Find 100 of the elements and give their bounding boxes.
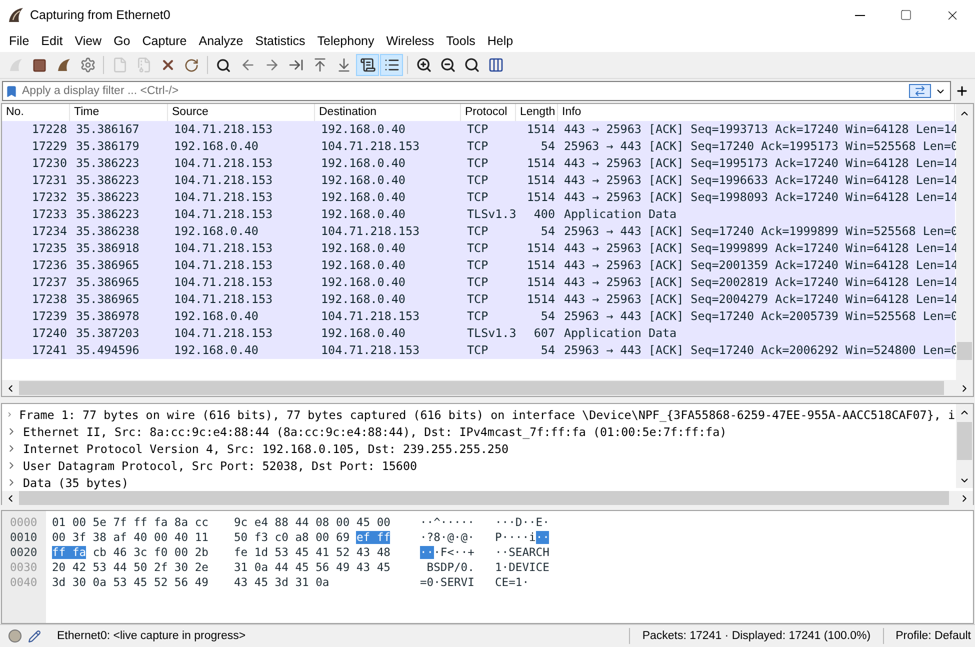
shark-fin-logo-icon [8,7,24,23]
table-cell-text: 104.71.218.153 [320,342,421,359]
scrollbar-thumb[interactable] [957,422,972,460]
table-cell-text: 192.168.0.40 [320,155,406,172]
zoom-in-icon [416,57,432,73]
table-cell-text: TCP [466,308,490,325]
offset-label: 0000 [9,515,38,530]
ascii-text: CE=1· [495,576,530,589]
table-cell-text: 35.386223 [75,172,140,189]
table-cell-text: 17234 [30,223,68,240]
table-cell-text: 192.168.0.40 [320,172,406,189]
hex-bytes: 20 42 53 44 50 2f 30 2e [52,561,208,574]
packet-row[interactable]: 17240 35.387203 104.71.218.153 192.168.0.40 TLSv1.3 607 Application Data [2,325,955,342]
tree-item[interactable]: User Datagram Protocol, Src Port: 52038, Dst Port: 15600 [2,457,955,474]
zoom-out-icon [440,57,456,73]
tree-item[interactable]: Frame 1: 77 bytes on wire (616 bits), 77 bytes captured (616 bits) on interface \Device\NPF_{3FA55868-6259-47EE-955A-AACC518CAF07}, i [2,406,955,423]
list-button[interactable] [380,54,403,76]
scroll-lines-button[interactable] [356,54,379,76]
menu-item[interactable]: View [68,30,108,52]
table-cell-text: 104.71.218.153 [173,189,274,206]
filter-input[interactable]: Apply a display filter ... <Ctrl-/> [18,85,909,97]
hex-bytes: ff fa [52,546,86,559]
table-cell-text: 192.168.0.40 [173,308,260,325]
hex-bytes: cb 46 3c f0 00 2b [92,546,208,559]
tree-item[interactable]: Ethernet II, Src: 8a:cc:9c:e4:88:44 (8a:cc:9c:e4:88:44), Dst: IPv4mcast_7f:ff:fa (01:00:5e:7f:ff:fa) [2,423,955,440]
table-cell-text: 35.386238 [75,223,140,240]
pencil-icon[interactable] [28,630,41,642]
arrow-down-line-icon [336,57,352,73]
gear-icon [80,57,96,73]
capture-status: Ethernet0: <live capture in progress> [57,630,247,642]
list-icon [384,57,400,73]
table-cell-text: 192.168.0.40 [320,189,406,206]
table-cell-text: TCP [466,223,490,240]
menu-item[interactable]: Statistics [249,30,312,52]
table-cell-text: 35.386179 [75,138,140,155]
horizontal-scrollbar[interactable] [2,380,973,396]
menu-item[interactable]: Capture [136,30,193,52]
arrow-to-line-icon [288,57,304,73]
tree-item[interactable]: Data (35 bytes) [2,474,955,491]
table-cell-text: TCP [466,291,490,308]
stop-icon [32,58,47,72]
menu-item[interactable]: Help [481,30,520,52]
profile-label[interactable]: Profile: Default [896,630,971,642]
tree-item-text: Internet Protocol Version 4, Src: 192.168.0.105, Dst: 239.255.255.250 [23,442,509,456]
reload-icon [184,58,199,72]
table-cell-text: 17232 [30,189,68,206]
ascii-text: ··SEARCH [495,546,550,559]
expert-info-icon[interactable] [8,629,22,643]
table-cell-text: 35.386223 [75,155,140,172]
tree-item-text: Data (35 bytes) [23,476,129,490]
menu-item[interactable]: Edit [35,30,69,52]
display-filter-bar[interactable]: Apply a display filter ... <Ctrl-/> [2,81,951,101]
table-cell-text: TCP [466,342,490,359]
table-cell-text: 192.168.0.40 [320,240,406,257]
table-cell-text: 54 [540,308,556,325]
table-cell-text: 104.71.218.153 [320,308,421,325]
menu-item[interactable]: Analyze [192,30,250,52]
file-icon [112,57,128,73]
tree-item-text: User Datagram Protocol, Src Port: 52038, Dst Port: 15600 [23,458,418,472]
table-cell-text: 1514 [526,257,556,274]
table-cell-text: 104.71.218.153 [173,257,274,274]
offset-label: 0020 [9,545,38,560]
offset-label: 0010 [9,530,38,545]
menu-item[interactable]: Wireless [380,30,440,52]
ascii-text: ·F<··+ [434,546,474,559]
search-icon [216,58,231,72]
table-cell-text: 1514 [526,291,556,308]
scrollbar-thumb[interactable] [19,381,944,395]
zoom-icon [464,57,480,73]
ascii-text: ·· [536,531,550,544]
table-cell-text: TLSv1.3 [466,206,516,223]
add-button-icon[interactable] [955,84,969,98]
table-cell-text: 17229 [30,138,68,155]
table-cell-text: 17238 [30,291,68,308]
shark-fin-icon [8,57,24,73]
ascii-text: ·?8·@·@· [420,531,474,544]
menu-item[interactable]: Go [108,30,136,52]
tree-item-text: Frame 1: 77 bytes on wire (616 bits), 77 bytes captured (616 bits) on interface \Device\NPF_{3FA55868-6259-47EE-955A-AACC518CAF07}, i [19,408,955,422]
table-cell-text: 192.168.0.40 [320,257,406,274]
hex-bytes: ef ff [356,531,390,544]
vertical-scrollbar[interactable] [956,104,973,380]
table-cell-text: 54 [540,138,556,155]
maximize-icon [900,9,912,21]
table-cell-text: 1514 [526,274,556,291]
table-cell-text: TCP [466,240,490,257]
table-cell-text: 17235 [30,240,68,257]
table-cell-text: 400 [532,206,556,223]
menu-item[interactable]: Tools [440,30,482,52]
hex-bytes: 9c e4 88 44 08 00 45 00 [234,516,390,529]
tree-item[interactable]: Internet Protocol Version 4, Src: 192.168.0.105, Dst: 239.255.255.250 [2,440,955,457]
table-cell-text: 54 [540,223,556,240]
vertical-scrollbar[interactable] [956,404,973,488]
offset-label: 0030 [9,560,38,575]
packet-row[interactable]: 17233 35.386223 104.71.218.153 192.168.0.40 TLSv1.3 400 Application Data [2,206,955,223]
scrollbar-thumb[interactable] [957,342,972,360]
hex-bytes: 01 00 5e 7f ff fa 8a cc [52,516,208,529]
menu-item[interactable]: File [3,30,36,52]
menu-item[interactable]: Telephony [311,30,380,52]
table-cell-text: 192.168.0.40 [173,138,260,155]
table-cell-text: TCP [466,121,490,138]
